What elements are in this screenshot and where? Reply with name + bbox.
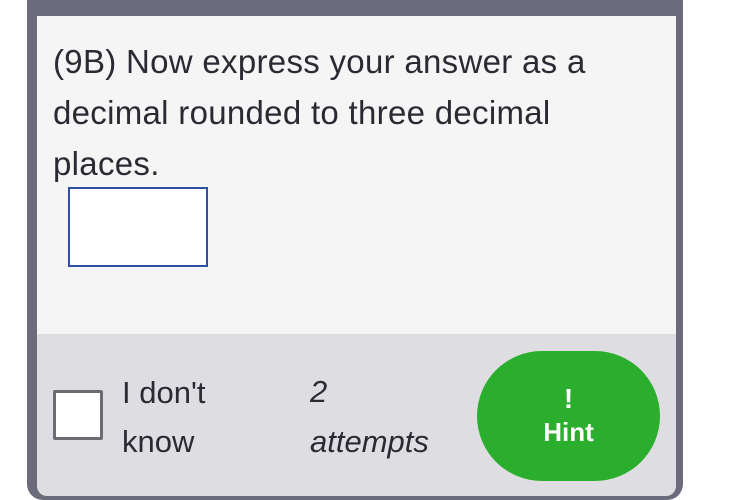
attempts-label: attempts <box>310 424 429 459</box>
dont-know-checkbox[interactable] <box>53 390 103 440</box>
hint-label: Hint <box>543 417 594 447</box>
attempts-count: 2 <box>310 374 328 409</box>
answer-input[interactable] <box>68 187 208 267</box>
exclamation-icon: ! <box>563 383 574 414</box>
dont-know-label[interactable]: I don't know <box>122 368 262 466</box>
question-footer: I don't know 2 attempts ! Hint <box>37 334 676 496</box>
question-card: (9B) Now express your answer as a decima… <box>27 0 683 500</box>
question-area: (9B) Now express your answer as a decima… <box>37 16 676 334</box>
question-text: (9B) Now express your answer as a decima… <box>53 43 586 182</box>
hint-button[interactable]: ! Hint <box>477 351 660 481</box>
